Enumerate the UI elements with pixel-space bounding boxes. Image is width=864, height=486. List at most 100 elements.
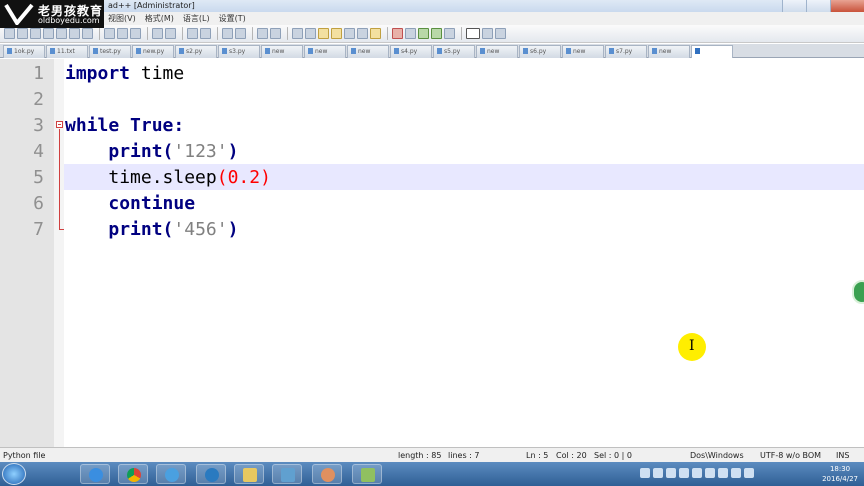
cut-icon[interactable] — [104, 28, 115, 39]
lang-icon[interactable] — [331, 28, 342, 39]
status-col: Col : 20 — [556, 451, 587, 460]
close-window-button[interactable] — [830, 0, 864, 12]
status-encoding[interactable]: UTF-8 w/o BOM — [760, 451, 821, 460]
notepadpp-icon — [361, 468, 375, 482]
spellcheck-icon[interactable] — [466, 28, 480, 39]
menu-settings[interactable]: 设置(T) — [219, 12, 246, 25]
tray-app-icon[interactable] — [679, 468, 689, 478]
tray-app3-icon[interactable] — [705, 468, 715, 478]
redo-icon[interactable] — [165, 28, 176, 39]
func-list-icon[interactable] — [357, 28, 368, 39]
tab-s7-py[interactable]: s7.py — [605, 45, 647, 58]
tab-s3-py[interactable]: s3.py — [218, 45, 260, 58]
mouse-cursor-highlight-icon — [678, 333, 706, 361]
save-icon[interactable] — [30, 28, 41, 39]
close-all-icon[interactable] — [69, 28, 80, 39]
print-icon[interactable] — [82, 28, 93, 39]
tab-11-txt[interactable]: 11.txt — [46, 45, 88, 58]
tab-new[interactable]: new — [476, 45, 518, 58]
minimize-button[interactable] — [782, 0, 806, 12]
start-button[interactable] — [2, 463, 26, 485]
code-line: 3 while True: — [0, 113, 864, 139]
save-all-icon[interactable] — [43, 28, 54, 39]
taskbar-chrome[interactable] — [118, 464, 148, 484]
tray-sogou-icon[interactable] — [653, 468, 663, 478]
record-icon[interactable] — [392, 28, 403, 39]
status-ln: Ln : 5 — [526, 451, 549, 460]
stop-icon[interactable] — [405, 28, 416, 39]
tray-network-icon[interactable] — [718, 468, 728, 478]
tab-new-py[interactable]: new.py — [132, 45, 174, 58]
maximize-button[interactable] — [806, 0, 830, 12]
keyword-token: True — [130, 115, 174, 136]
tray-flag-icon[interactable] — [744, 468, 754, 478]
copy-icon[interactable] — [117, 28, 128, 39]
taskbar-explorer[interactable] — [234, 464, 264, 484]
undo-icon[interactable] — [152, 28, 163, 39]
code-text: print('123') — [65, 139, 238, 165]
menu-view[interactable]: 视图(V) — [108, 12, 136, 25]
taskbar-clock[interactable]: 18:30 2016/4/27 — [822, 464, 858, 484]
tab-s5-py[interactable]: s5.py — [433, 45, 475, 58]
tray-volume-icon[interactable] — [731, 468, 741, 478]
doc-map-icon[interactable] — [344, 28, 355, 39]
builtin-token: print — [108, 141, 163, 162]
menu-format[interactable]: 格式(M) — [145, 12, 174, 25]
code-text: import time — [65, 61, 184, 87]
replace-icon[interactable] — [200, 28, 211, 39]
floating-widget-icon[interactable] — [852, 280, 864, 304]
tab-new[interactable]: new — [304, 45, 346, 58]
tab-s2-py[interactable]: s2.py — [175, 45, 217, 58]
tab-s6-py[interactable]: s6.py — [519, 45, 561, 58]
tab-new[interactable]: new — [261, 45, 303, 58]
paste-icon[interactable] — [130, 28, 141, 39]
string-token: '456' — [173, 219, 228, 240]
keyword-token: while — [65, 115, 120, 136]
taskbar-ie[interactable] — [80, 464, 110, 484]
clock-date: 2016/4/27 — [822, 475, 858, 483]
toolbar-separator — [217, 27, 218, 40]
all-chars-icon[interactable] — [305, 28, 316, 39]
tab-test-py[interactable]: test.py — [89, 45, 131, 58]
status-eol[interactable]: Dos\Windows — [690, 451, 744, 460]
tab-new[interactable]: new — [648, 45, 690, 58]
play-multi-icon[interactable] — [431, 28, 442, 39]
taskbar-app7[interactable] — [312, 464, 342, 484]
tab-new[interactable]: new — [562, 45, 604, 58]
keyword-token: import — [65, 63, 131, 84]
zoom-in-icon[interactable] — [222, 28, 233, 39]
tab-new[interactable]: new — [347, 45, 389, 58]
wrap-icon[interactable] — [292, 28, 303, 39]
tab-1ok-py[interactable]: 1ok.py — [3, 45, 45, 58]
misc-icon[interactable] — [482, 28, 493, 39]
save-macro-icon[interactable] — [444, 28, 455, 39]
new-file-icon[interactable] — [4, 28, 15, 39]
tab-s4-py[interactable]: s4.py — [390, 45, 432, 58]
operator-token: : — [173, 115, 185, 136]
tray-help-icon[interactable] — [666, 468, 676, 478]
play-icon[interactable] — [418, 28, 429, 39]
tab-active[interactable] — [691, 45, 733, 58]
folder-icon[interactable] — [370, 28, 381, 39]
sync-h-icon[interactable] — [270, 28, 281, 39]
close-icon[interactable] — [56, 28, 67, 39]
tray-lang-icon[interactable] — [640, 468, 650, 478]
taskbar-app6[interactable] — [272, 464, 302, 484]
indent-guide-icon[interactable] — [318, 28, 329, 39]
taskbar-app3[interactable] — [156, 464, 186, 484]
open-icon[interactable] — [17, 28, 28, 39]
taskbar-notepadpp[interactable] — [352, 464, 382, 484]
indent-token — [65, 219, 108, 240]
folder-icon — [243, 468, 257, 482]
tray-app2-icon[interactable] — [692, 468, 702, 478]
find-icon[interactable] — [187, 28, 198, 39]
code-line: 1 import time — [0, 61, 864, 87]
taskbar-app4[interactable] — [196, 464, 226, 484]
zoom-out-icon[interactable] — [235, 28, 246, 39]
notepadpp-window: ad++ [Administrator] 老男孩教育 oldboyedu.com… — [0, 0, 864, 486]
misc2-icon[interactable] — [495, 28, 506, 39]
menu-language[interactable]: 语言(L) — [183, 12, 210, 25]
sync-v-icon[interactable] — [257, 28, 268, 39]
code-editor[interactable]: 1 import time 2 3 while True: 4 print('1… — [0, 59, 864, 447]
